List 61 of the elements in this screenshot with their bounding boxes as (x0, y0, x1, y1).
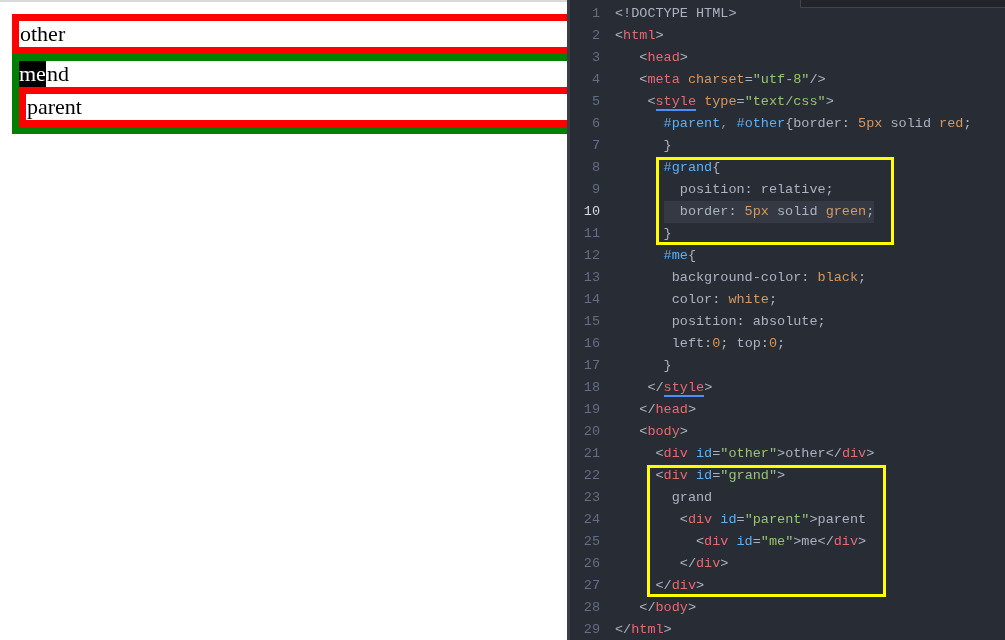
line-number: 21 (583, 445, 600, 463)
code-line: #me{ (662, 247, 697, 265)
code-line: </div> (655, 577, 706, 595)
code-line: </body> (638, 599, 697, 617)
line-number: 14 (583, 291, 600, 309)
line-number: 6 (591, 115, 600, 133)
line-number: 3 (591, 49, 600, 67)
line-number: 5 (591, 93, 600, 111)
other-box: other (12, 14, 567, 54)
code-line: } (663, 225, 673, 243)
line-number: 17 (583, 357, 600, 375)
line-number: 16 (583, 335, 600, 353)
line-number: 20 (583, 423, 600, 441)
code-line: </div> (678, 555, 730, 573)
parent-box: parent (19, 87, 567, 127)
line-number: 2 (591, 27, 600, 45)
line-number: 15 (583, 313, 600, 331)
me-label: me (19, 61, 46, 87)
code-line: <div id="grand"> (655, 467, 787, 485)
line-number: 19 (583, 401, 600, 419)
line-number: 18 (583, 379, 600, 397)
code-line: <div id="parent">parent (678, 511, 867, 529)
code-line: } (662, 357, 672, 375)
line-number: 4 (591, 71, 600, 89)
code-line: background-color: black; (670, 269, 867, 287)
line-number: 13 (583, 269, 600, 287)
code-line: } (662, 137, 672, 155)
code-line: color: white; (670, 291, 778, 309)
line-number: 23 (583, 489, 600, 507)
code-line: </html> (615, 621, 672, 639)
code-line: <!DOCTYPE HTML> (615, 5, 737, 23)
line-number: 8 (591, 159, 600, 177)
code-line: <head> (638, 49, 688, 67)
code-line: left:0; top:0; (670, 335, 786, 353)
line-number: 7 (591, 137, 600, 155)
code-line: </style> (646, 379, 713, 399)
code-line: </head> (638, 401, 697, 419)
line-number: 25 (583, 533, 600, 551)
code-line: #grand{ (663, 159, 722, 177)
code-line: position: relative; (678, 181, 835, 199)
code-line: <div id="other">other</div> (654, 445, 875, 463)
line-number: 9 (591, 181, 600, 199)
code-line: <div id="me">me</div> (695, 533, 867, 551)
line-number: 29 (583, 621, 600, 639)
line-number: 12 (583, 247, 600, 265)
code-line: <html> (615, 27, 664, 45)
line-number: 26 (583, 555, 600, 573)
grand-text: nd (46, 61, 69, 87)
code-line: position: absolute; (670, 313, 826, 331)
code-line: <body> (638, 423, 688, 441)
code-line: <style type="text/css"> (646, 93, 834, 113)
line-number: 10 (583, 203, 600, 221)
line-number: 24 (583, 511, 600, 529)
line-number: 22 (583, 467, 600, 485)
line-number: 1 (591, 5, 600, 23)
code-line: <meta charset="utf-8"/> (638, 71, 826, 89)
code-line: grand (670, 489, 714, 507)
code-line: #parent, #other{border: 5px solid red; (662, 115, 972, 133)
line-number: 27 (583, 577, 600, 595)
line-number: 28 (583, 599, 600, 617)
line-number: 11 (583, 225, 600, 243)
